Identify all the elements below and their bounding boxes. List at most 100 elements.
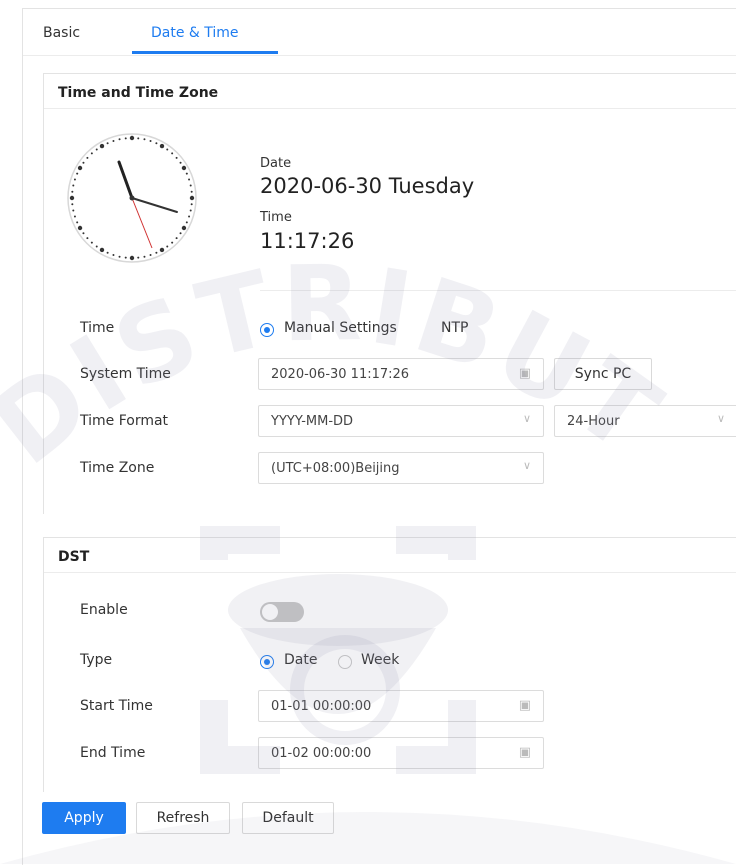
clock-tick [124, 137, 127, 140]
clock-tick [143, 255, 146, 258]
chevron-down-icon: ∨ [522, 459, 531, 472]
time-mode-label: Time [80, 320, 115, 336]
clock-tick [181, 225, 187, 231]
date-value: 2020-06-30 Tuesday [260, 174, 475, 198]
clock-tick [124, 256, 127, 259]
clock-tick [129, 135, 135, 141]
divider [44, 572, 736, 573]
default-button[interactable]: Default [242, 802, 334, 834]
system-time-input[interactable]: 2020-06-30 11:17:26 ▣ [258, 358, 544, 390]
clock-tick [190, 190, 193, 193]
dst-panel: DST Enable Type Date Week Start Time 01-… [43, 537, 736, 792]
end-time-input[interactable]: 01-02 00:00:00 ▣ [258, 737, 544, 769]
tab-bar: Basic Date & Time [23, 9, 736, 56]
clock-tick [189, 209, 192, 212]
end-time-label: End Time [80, 745, 146, 761]
apply-button[interactable]: Apply [42, 802, 126, 834]
clock-tick [159, 143, 165, 149]
tab-basic[interactable]: Basic [43, 25, 80, 41]
clock-tick [72, 184, 75, 187]
time-value: 11:17:26 [260, 229, 355, 253]
calendar-icon: ▣ [518, 366, 531, 381]
date-format-select[interactable]: YYYY-MM-DD ∨ [258, 405, 544, 437]
clock-tick [77, 225, 83, 231]
time-zone-label: Time Zone [80, 460, 155, 476]
panel-title: Time and Time Zone [58, 85, 219, 101]
clock-tick [90, 241, 93, 244]
radio-manual-settings-label[interactable]: Manual Settings [284, 320, 397, 336]
clock-tick [129, 255, 135, 261]
time-label: Time [260, 210, 292, 225]
radio-week-label[interactable]: Week [361, 652, 399, 668]
hour-format-value: 24-Hour [567, 414, 620, 429]
radio-date[interactable] [260, 655, 274, 669]
clock-tick [118, 255, 121, 258]
clock-tick [137, 137, 140, 140]
clock-tick [86, 237, 89, 240]
date-label: Date [260, 156, 292, 171]
clock-tick [106, 251, 109, 254]
clock-tick [179, 232, 182, 235]
clock-tick [76, 221, 79, 224]
clock-tick [86, 156, 89, 159]
clock-tick [112, 139, 115, 142]
clock-tick [175, 237, 178, 240]
chevron-down-icon: ∨ [522, 412, 531, 425]
radio-date-label[interactable]: Date [284, 652, 317, 668]
system-time-value: 2020-06-30 11:17:26 [271, 367, 410, 382]
tab-date-time[interactable]: Date & Time [151, 25, 239, 41]
clock-tick [155, 251, 158, 254]
sync-pc-button[interactable]: Sync PC [554, 358, 652, 390]
clock-icon [67, 133, 197, 263]
clock-tick [188, 215, 191, 218]
clock-tick [95, 148, 98, 151]
settings-frame: Basic Date & Time Time and Time Zone Dat… [22, 8, 736, 865]
clock-tick [189, 184, 192, 187]
end-time-value: 01-02 00:00:00 [271, 746, 372, 761]
clock-tick [95, 245, 98, 248]
divider [260, 290, 736, 291]
time-zone-panel: Time and Time Zone Date 2020-06-30 Tuesd… [43, 73, 736, 514]
clock-tick [189, 195, 195, 201]
clock-tick [99, 143, 105, 149]
radio-manual-settings[interactable] [260, 323, 274, 337]
clock-tick [149, 139, 152, 142]
clock-tick [112, 254, 115, 257]
clock-tick [137, 256, 140, 259]
clock-tick [185, 221, 188, 224]
time-format-label: Time Format [80, 413, 169, 429]
time-zone-value: (UTC+08:00)Beijing [271, 461, 400, 476]
clock-tick [190, 203, 193, 206]
clock-tick [179, 161, 182, 164]
clock-tick [118, 138, 121, 141]
clock-tick [188, 178, 191, 181]
divider [44, 108, 736, 109]
start-time-input[interactable]: 01-01 00:00:00 ▣ [258, 690, 544, 722]
clock-tick [72, 209, 75, 212]
clock-tick [166, 245, 169, 248]
clock-tick [171, 152, 174, 155]
radio-week[interactable] [338, 655, 352, 669]
clock-tick [90, 152, 93, 155]
clock-tick [69, 195, 75, 201]
radio-ntp-label[interactable]: NTP [441, 320, 468, 336]
clock-tick [106, 142, 109, 145]
clock-tick [149, 254, 152, 257]
dst-enable-toggle[interactable] [260, 602, 304, 622]
refresh-button[interactable]: Refresh [136, 802, 230, 834]
clock-tick [181, 165, 187, 171]
time-zone-select[interactable]: (UTC+08:00)Beijing ∨ [258, 452, 544, 484]
chevron-down-icon: ∨ [716, 412, 725, 425]
clock-tick [77, 165, 83, 171]
dst-enable-label: Enable [80, 602, 128, 618]
clock-tick [71, 190, 74, 193]
clock-tick [171, 241, 174, 244]
system-time-label: System Time [80, 366, 171, 382]
start-time-value: 01-01 00:00:00 [271, 699, 372, 714]
calendar-icon: ▣ [518, 698, 531, 713]
clock-tick [71, 203, 74, 206]
hour-format-select[interactable]: 24-Hour ∨ [554, 405, 736, 437]
clock-tick [175, 156, 178, 159]
clock-tick [143, 138, 146, 141]
clock-tick [73, 178, 76, 181]
